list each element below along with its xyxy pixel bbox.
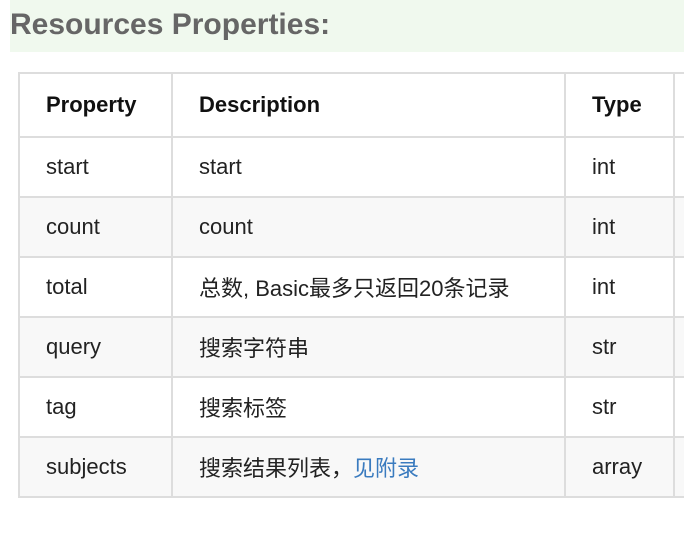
cut-off-cell [673,136,684,198]
description-cell: count [171,196,566,258]
cut-off-cell [673,316,684,378]
properties-table-container: Property Description Type start start in… [18,72,684,522]
property-cell: subjects [18,436,173,498]
section-header: Resources Properties: [10,0,684,52]
table-row: count count int [18,196,684,258]
column-header-cut-off [673,72,684,138]
column-header-property: Property [18,72,173,138]
description-cell: 搜索结果列表，见附录 [171,436,566,498]
property-cell: start [18,136,173,198]
cut-off-cell [673,436,684,498]
table-row: query 搜索字符串 str [18,316,684,378]
type-cell: int [564,136,675,198]
type-cell: str [564,376,675,438]
section-title: Resources Properties: [10,8,331,41]
type-cell: str [564,316,675,378]
cut-off-cell [673,376,684,438]
type-cell: int [564,256,675,318]
table-header-row: Property Description Type [18,72,684,138]
description-cell: 总数, Basic最多只返回20条记录 [171,256,566,318]
cut-off-cell [673,196,684,258]
table-row: start start int [18,136,684,198]
description-cell: 搜索标签 [171,376,566,438]
description-cell: start [171,136,566,198]
cut-off-cell [673,256,684,318]
type-cell: array [564,436,675,498]
description-cell: 搜索字符串 [171,316,566,378]
column-header-description: Description [171,72,566,138]
table-row: tag 搜索标签 str [18,376,684,438]
table-row: total 总数, Basic最多只返回20条记录 int [18,256,684,318]
table-row: subjects 搜索结果列表，见附录 array [18,436,684,498]
appendix-link[interactable]: 见附录 [353,456,419,481]
description-text: 搜索结果列表， [199,456,354,481]
property-cell: count [18,196,173,258]
type-cell: int [564,196,675,258]
property-cell: query [18,316,173,378]
property-cell: total [18,256,173,318]
properties-table: Property Description Type start start in… [18,72,684,498]
property-cell: tag [18,376,173,438]
column-header-type: Type [564,72,675,138]
